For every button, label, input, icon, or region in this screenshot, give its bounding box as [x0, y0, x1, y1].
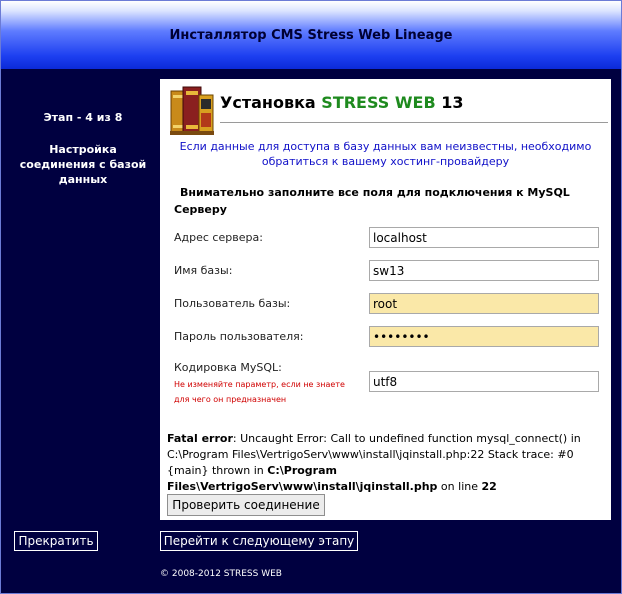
title-prefix: Установка [220, 93, 322, 112]
form-instruction: Внимательно заполните все поля для подкл… [174, 186, 570, 216]
page-title: Установка STRESS WEB 13 [220, 93, 464, 112]
charset-warning: Не изменяйте параметр, если не знаете дл… [174, 380, 345, 404]
db-password-label: Пароль пользователя: [174, 330, 304, 343]
step-description: Настройка соединения с базой данных [19, 143, 147, 186]
content-panel: Установка STRESS WEB 13 Если данные для … [160, 79, 611, 520]
title-suffix: 13 [435, 93, 464, 112]
charset-label: Кодировка MySQL: [174, 361, 282, 374]
header-bar: Инсталлятор CMS Stress Web Lineage [1, 1, 621, 69]
error-label: Fatal error [167, 432, 233, 445]
db-user-input[interactable] [369, 293, 599, 314]
copyright: © 2008-2012 STRESS WEB [160, 569, 282, 579]
check-connection-button[interactable]: Проверить соединение [167, 494, 325, 516]
server-label: Адрес сервера: [174, 231, 263, 244]
installer-title: Инсталлятор CMS Stress Web Lineage [169, 28, 453, 43]
dbname-input[interactable] [369, 260, 599, 281]
next-step-button[interactable]: Перейти к следующему этапу [160, 531, 358, 551]
title-divider [220, 122, 608, 123]
installer-window: Инсталлятор CMS Stress Web Lineage Этап … [0, 0, 622, 594]
books-logo-icon [168, 85, 216, 137]
error-line: 22 [481, 480, 497, 493]
dbname-label: Имя базы: [174, 264, 233, 277]
error-line-text: on line [437, 480, 482, 493]
server-input[interactable] [369, 227, 599, 248]
hosting-notice: Если данные для доступа в базу данных ва… [179, 140, 592, 168]
step-indicator: Этап - 4 из 8 [43, 111, 123, 124]
db-user-label: Пользователь базы: [174, 297, 291, 310]
fatal-error-message: Fatal error: Uncaught Error: Call to und… [167, 431, 607, 495]
charset-input[interactable] [369, 371, 599, 392]
cancel-button[interactable]: Прекратить [14, 531, 98, 551]
title-brand: STRESS WEB [321, 93, 436, 112]
db-password-input[interactable] [369, 326, 599, 347]
